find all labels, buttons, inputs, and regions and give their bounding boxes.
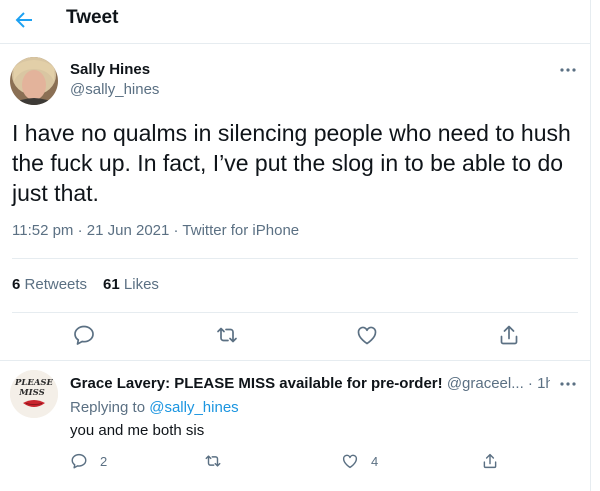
reply-share-action[interactable] <box>481 451 499 471</box>
author-handle: @sally_hines <box>70 81 160 98</box>
like-count: 4 <box>371 453 379 469</box>
page-title: Tweet <box>66 7 119 28</box>
reply-author-avatar[interactable]: PLEASE MISS <box>10 370 58 418</box>
share-icon <box>483 453 497 469</box>
divider <box>12 258 578 259</box>
reply-retweet-action[interactable] <box>204 451 222 471</box>
divider <box>0 360 590 361</box>
tweet-text: I have no qualms in silencing people who… <box>12 120 571 206</box>
reply-like-action[interactable]: 4 <box>341 451 378 471</box>
author-name[interactable]: Sally Hines <box>70 61 150 78</box>
avatar-miss-text: MISS <box>18 388 44 398</box>
reply-icon[interactable] <box>72 323 96 347</box>
likes-count: 61 <box>103 276 120 293</box>
replying-to-label: Replying to <box>70 399 146 416</box>
share-icon[interactable] <box>497 323 521 347</box>
reply-icon <box>71 453 87 469</box>
avatar-please-text: PLEASE <box>14 378 54 388</box>
like-icon[interactable] <box>355 323 379 347</box>
reply-reply-action[interactable]: 2 <box>70 451 107 471</box>
replying-to: Replying to @sally_hines <box>70 399 239 416</box>
retweets-label: Retweets <box>24 276 88 293</box>
meta-separator: · <box>169 222 183 239</box>
more-options-icon[interactable] <box>556 60 580 80</box>
reply-header: Grace Lavery: PLEASE MISS available for … <box>70 375 550 392</box>
tweet-meta: 11:52 pm · 21 Jun 2021 · Twitter for iPh… <box>12 222 299 239</box>
reply-more-options-icon[interactable] <box>556 374 580 394</box>
tweet-source[interactable]: Twitter for iPhone <box>182 222 299 239</box>
arrow-left-icon[interactable] <box>12 8 36 32</box>
like-icon <box>342 454 358 469</box>
likes-stat[interactable]: 61 Likes <box>103 276 159 293</box>
reply-count: 2 <box>100 453 108 469</box>
retweets-count: 6 <box>12 276 21 293</box>
replying-to-handle-link[interactable]: @sally_hines <box>149 399 238 416</box>
tweet-page: Tweet Sally Hines @sally_hines I have no… <box>0 0 600 491</box>
author-avatar[interactable] <box>10 57 58 105</box>
tweet-time[interactable]: 11:52 pm <box>12 222 73 239</box>
reply-author-handle[interactable]: @graceel... · 1h <box>447 375 550 392</box>
retweet-icon[interactable] <box>215 323 239 347</box>
page-header: Tweet <box>0 0 590 44</box>
reply-text: you and me both sis <box>70 422 205 439</box>
column-border <box>590 0 591 491</box>
likes-label: Likes <box>123 276 159 293</box>
tweet-date[interactable]: 21 Jun 2021 <box>87 222 170 239</box>
tweet-stats: 6 Retweets 61 Likes <box>12 276 159 293</box>
divider <box>12 312 578 313</box>
meta-separator: · <box>73 222 87 239</box>
retweets-stat[interactable]: 6 Retweets <box>12 276 87 293</box>
reply-author-name[interactable]: Grace Lavery: PLEASE MISS available for … <box>70 375 443 392</box>
retweet-icon <box>205 455 221 467</box>
